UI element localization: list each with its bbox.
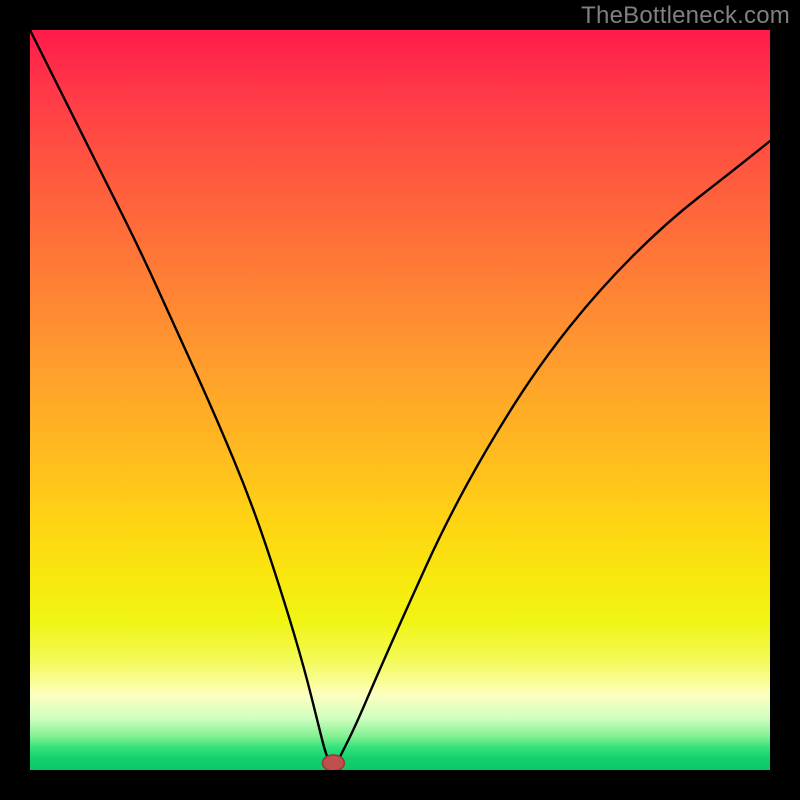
- plot-area: [30, 30, 770, 770]
- optimal-point-marker: [322, 755, 344, 770]
- curve-layer: [30, 30, 770, 770]
- bottleneck-curve: [30, 30, 770, 766]
- watermark-text: TheBottleneck.com: [581, 2, 790, 30]
- chart-frame: TheBottleneck.com: [0, 0, 800, 800]
